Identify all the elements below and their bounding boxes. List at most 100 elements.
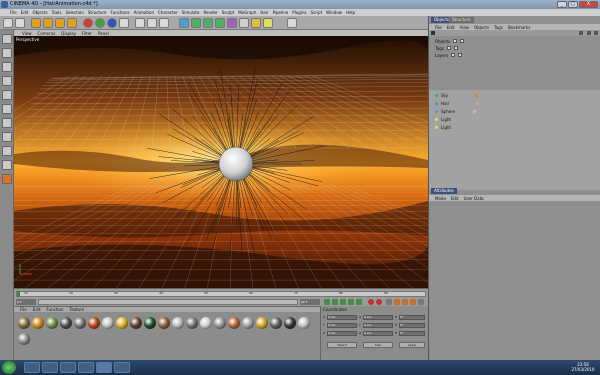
objects-menu-edit[interactable]: Edit	[447, 25, 455, 30]
scale-key-icon[interactable]	[410, 299, 416, 305]
rotate-icon[interactable]	[67, 18, 77, 28]
menu-window[interactable]: Window	[326, 10, 342, 15]
uv-mode-icon[interactable]	[2, 146, 12, 156]
workplane-icon[interactable]	[2, 160, 12, 170]
edges-mode-icon[interactable]	[2, 118, 12, 128]
menu-tools[interactable]: Tools	[52, 10, 62, 15]
menu-animation[interactable]: Animation	[134, 10, 154, 15]
material-menu-edit[interactable]: Edit	[33, 307, 41, 312]
go-to-end-icon[interactable]	[356, 299, 362, 305]
menu-objects[interactable]: Objects	[32, 10, 47, 15]
viewport-menu-panel[interactable]: Panel	[98, 31, 109, 36]
redo-icon[interactable]	[15, 18, 25, 28]
explorer-task-icon[interactable]	[24, 362, 40, 373]
coord-size-y[interactable]: 0 cm	[363, 323, 393, 328]
coord-rotation-b[interactable]: 0 °	[399, 331, 425, 336]
coord-size-z[interactable]: 0 cm	[363, 331, 393, 336]
make-editable-icon[interactable]	[2, 34, 12, 44]
tab-attributes[interactable]: Attributes	[431, 188, 457, 194]
filter-checkbox[interactable]	[451, 53, 456, 57]
close-button[interactable]: X	[579, 1, 598, 8]
start-frame-field[interactable]: 0 F	[16, 299, 36, 305]
rotation-key-icon[interactable]	[402, 299, 408, 305]
coordinate-system-icon[interactable]	[119, 18, 129, 28]
menu-simulate[interactable]: Simulate	[182, 10, 200, 15]
cinema4d-task-icon[interactable]	[96, 362, 112, 373]
material-swatch[interactable]	[18, 333, 30, 345]
menu-mograph[interactable]: MoGraph	[238, 10, 256, 15]
home-icon[interactable]	[431, 31, 435, 35]
tree-item-sphere[interactable]: Sphere	[435, 108, 477, 114]
tree-item-hair[interactable]: Hair	[435, 100, 480, 106]
object-mode-icon[interactable]	[2, 62, 12, 72]
spline-icon[interactable]	[191, 18, 201, 28]
filter-search-checkbox[interactable]	[453, 46, 458, 50]
coord-rotation-h[interactable]: 0 °	[399, 315, 425, 320]
frame-range-slider[interactable]	[38, 299, 298, 305]
tab-structure[interactable]: Structure	[449, 17, 474, 23]
objects-menu-objects[interactable]: Objects	[474, 25, 489, 30]
scene-icon[interactable]	[239, 18, 249, 28]
snap-icon[interactable]	[2, 174, 12, 184]
menu-plugins[interactable]: Plugins	[292, 10, 306, 15]
menu-pipeline[interactable]: Pipeline	[273, 10, 289, 15]
menu-structure[interactable]: Structure	[88, 10, 107, 15]
coord-size-mode-select[interactable]: Size	[363, 342, 393, 348]
render-picture-viewer-icon[interactable]	[147, 18, 157, 28]
menu-character[interactable]: Character	[158, 10, 178, 15]
play-icon[interactable]	[340, 299, 346, 305]
array-icon[interactable]	[215, 18, 225, 28]
move-icon[interactable]	[43, 18, 53, 28]
phong-tag-icon[interactable]	[473, 109, 477, 113]
go-to-start-icon[interactable]	[324, 299, 330, 305]
start-button[interactable]	[2, 361, 16, 374]
render-settings-icon[interactable]	[159, 18, 169, 28]
material-swatch[interactable]	[242, 317, 254, 329]
tree-item-sky[interactable]: Sky	[435, 92, 479, 98]
menu-selection[interactable]: Selection	[65, 10, 83, 15]
model-mode-icon[interactable]	[2, 48, 12, 58]
polygons-mode-icon[interactable]	[2, 132, 12, 142]
search-icon[interactable]	[579, 31, 583, 35]
material-swatch[interactable]	[74, 317, 86, 329]
next-frame-icon[interactable]	[348, 299, 354, 305]
nurbs-icon[interactable]	[203, 18, 213, 28]
autokey-icon[interactable]	[376, 299, 382, 305]
texture-mode-icon[interactable]	[2, 76, 12, 86]
app-task-icon[interactable]	[114, 362, 130, 373]
material-swatch[interactable]	[130, 317, 142, 329]
menu-functions[interactable]: Functions	[110, 10, 129, 15]
cube-icon[interactable]	[179, 18, 189, 28]
material-swatch[interactable]	[116, 317, 128, 329]
layout-icon[interactable]	[287, 18, 297, 28]
objects-menu-file[interactable]: File	[435, 25, 442, 30]
camera-icon[interactable]	[251, 18, 261, 28]
coord-rotation-p[interactable]: 0 °	[399, 323, 425, 328]
coord-position-y[interactable]: 0 cm	[327, 323, 357, 328]
material-swatch[interactable]	[284, 317, 296, 329]
material-swatch[interactable]	[200, 317, 212, 329]
menu-edit[interactable]: Edit	[21, 10, 29, 15]
material-menu-file[interactable]: File	[20, 307, 27, 312]
y-axis-icon[interactable]	[95, 18, 105, 28]
material-swatch[interactable]	[102, 317, 114, 329]
attributes-menu-edit[interactable]: Edit	[451, 196, 459, 201]
light-icon[interactable]	[263, 18, 273, 28]
menu-file[interactable]: File	[10, 10, 17, 15]
menu-help[interactable]: Help	[346, 10, 355, 15]
filter-checkbox[interactable]	[446, 46, 451, 50]
filter-layers[interactable]: Layers	[435, 52, 463, 58]
media-task-icon[interactable]	[60, 362, 76, 373]
timeline-playhead[interactable]	[17, 291, 20, 297]
viewport-menu-cameras[interactable]: Cameras	[38, 31, 56, 36]
coord-size-x[interactable]: 0 cm	[363, 315, 393, 320]
timeline-options-icon[interactable]	[418, 299, 424, 305]
filter-objects[interactable]: Objects	[435, 38, 465, 44]
maximize-button[interactable]: □	[568, 1, 578, 8]
viewport-menu-display[interactable]: Display	[61, 31, 76, 36]
keyframe-selection-icon[interactable]	[386, 299, 392, 305]
timeline-ruler[interactable]	[16, 291, 426, 297]
deformer-icon[interactable]	[227, 18, 237, 28]
filter-search-checkbox[interactable]	[458, 53, 463, 57]
material-swatch[interactable]	[88, 317, 100, 329]
